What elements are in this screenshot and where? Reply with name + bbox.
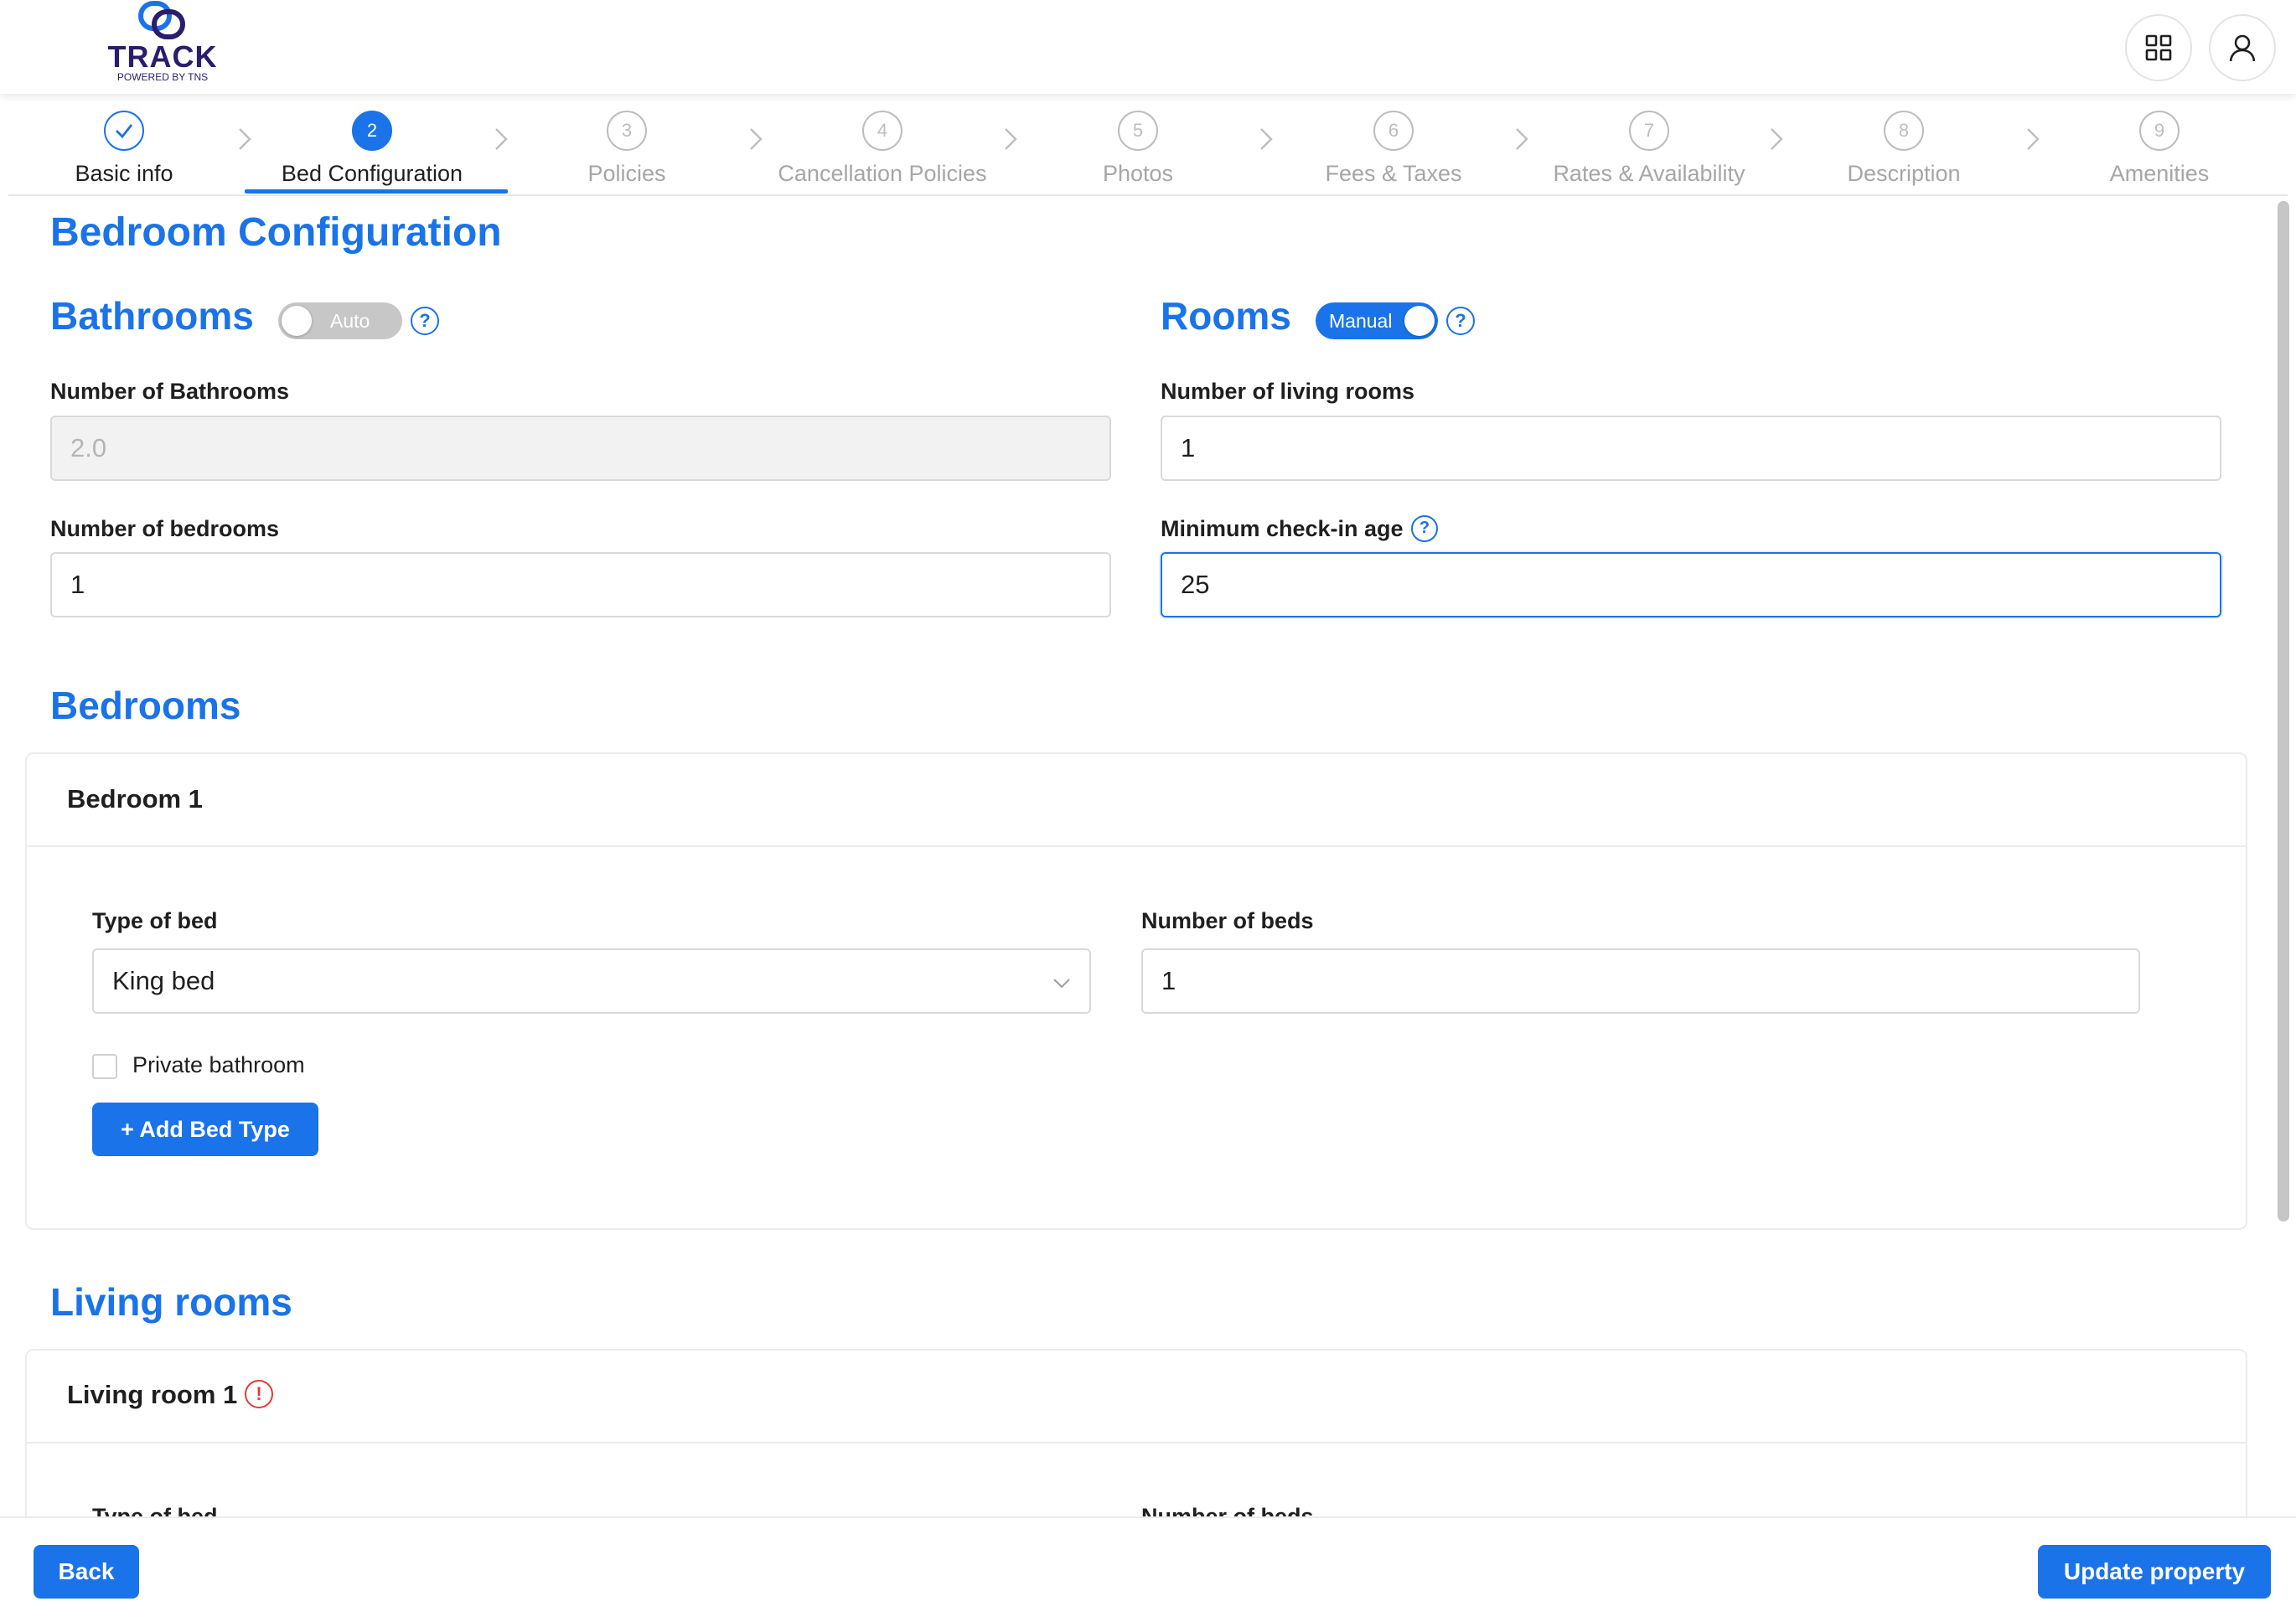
num-bedrooms-label: Number of bedrooms [50, 516, 280, 541]
step-label: Policies [587, 161, 666, 186]
scrollbar-thumb[interactable] [2278, 201, 2289, 1222]
min-checkin-age-label: Minimum check-in age [1161, 516, 1404, 541]
step-label: Description [1847, 161, 1961, 186]
step-number: 7 [1629, 111, 1669, 151]
step-number: 4 [862, 111, 902, 151]
num-bathrooms-input: 2.0 [50, 416, 1111, 481]
bed-type-select[interactable]: King bed [92, 948, 1091, 1014]
num-bathrooms-label: Number of Bathrooms [50, 379, 290, 404]
update-property-button[interactable]: Update property [2038, 1545, 2271, 1599]
footer-bar: Back Update property [0, 1516, 2296, 1622]
user-icon [2229, 34, 2256, 62]
num-bedrooms-input[interactable]: 1 [50, 552, 1111, 617]
warning-icon: ! [245, 1380, 273, 1408]
card-divider [27, 1442, 2246, 1444]
bed-type-label: Type of bed [92, 908, 218, 933]
step-rates-availability[interactable]: 7 Rates & Availability [1532, 111, 1766, 187]
private-bathroom-checkbox[interactable] [92, 1054, 117, 1079]
step-fees-taxes[interactable]: 6 Fees & Taxes [1276, 111, 1511, 187]
bathrooms-heading: Bathrooms [50, 294, 254, 338]
track-logo[interactable]: TRACK POWERED BY TNS [104, 0, 221, 94]
logo-subtext: POWERED BY TNS [116, 71, 209, 83]
living-rooms-heading: Living rooms [50, 1280, 292, 1324]
step-number: 5 [1118, 111, 1158, 151]
page-title: Bedroom Configuration [50, 210, 502, 255]
toggle-label: Manual [1329, 310, 1393, 332]
back-button[interactable]: Back [34, 1545, 139, 1599]
living-room-card-title: Living room 1 [67, 1380, 238, 1409]
num-beds-input[interactable]: 1 [1141, 948, 2140, 1014]
step-label: Basic info [75, 161, 173, 186]
bathrooms-auto-toggle[interactable]: Auto [278, 302, 402, 339]
bedroom-card-title: Bedroom 1 [67, 784, 203, 814]
logo-mark-icon [138, 1, 185, 39]
step-amenities[interactable]: 9 Amenities [2042, 111, 2277, 187]
chevron-down-icon [1053, 979, 1070, 989]
bed-type-value: King bed [112, 966, 215, 995]
rooms-manual-toggle[interactable]: Manual [1316, 302, 1438, 339]
private-bathroom-label: Private bathroom [132, 1052, 305, 1077]
user-menu-button[interactable] [2209, 14, 2276, 81]
rooms-heading: Rooms [1161, 294, 1291, 338]
step-number: 3 [607, 111, 647, 151]
num-living-rooms-label: Number of living rooms [1161, 379, 1415, 404]
toggle-knob [282, 306, 312, 336]
step-policies[interactable]: 3 Policies [509, 111, 744, 187]
step-label: Bed Configuration [281, 161, 463, 186]
num-living-rooms-input[interactable]: 1 [1161, 416, 2221, 481]
rooms-help-icon[interactable]: ? [1446, 307, 1475, 335]
step-number: 8 [1884, 111, 1924, 151]
step-label: Cancellation Policies [778, 161, 987, 186]
step-number: 6 [1373, 111, 1414, 151]
apps-button[interactable] [2125, 14, 2192, 81]
step-cancellation-policies[interactable]: 4 Cancellation Policies [765, 111, 1000, 187]
step-label: Rates & Availability [1553, 161, 1745, 186]
logo-text: TRACK [107, 39, 218, 74]
toggle-label: Auto [330, 310, 370, 332]
min-checkin-age-help-icon[interactable]: ? [1411, 515, 1438, 542]
step-basic-info[interactable]: Basic info [7, 111, 241, 187]
toggle-knob [1404, 306, 1435, 336]
min-checkin-age-input[interactable]: 25 [1161, 552, 2221, 617]
step-photos[interactable]: 5 Photos [1021, 111, 1255, 187]
top-header: TRACK POWERED BY TNS [0, 0, 2296, 94]
step-number: 2 [352, 111, 392, 151]
step-number: 9 [2139, 111, 2180, 151]
wizard-steps: Basic info 2 Bed Configuration 3 Policie… [8, 94, 2288, 196]
step-bed-configuration[interactable]: 2 Bed Configuration [255, 111, 489, 187]
bathrooms-help-icon[interactable]: ? [411, 307, 439, 335]
check-icon [104, 111, 144, 151]
step-label: Fees & Taxes [1325, 161, 1462, 186]
bedrooms-heading: Bedrooms [50, 684, 241, 727]
add-bed-type-button[interactable]: + Add Bed Type [92, 1103, 318, 1156]
card-divider [27, 845, 2246, 847]
grid-icon [2145, 34, 2172, 61]
active-step-indicator [245, 189, 508, 194]
step-label: Photos [1102, 161, 1174, 186]
num-beds-label: Number of beds [1141, 908, 1314, 933]
step-label: Amenities [2109, 161, 2210, 186]
step-description[interactable]: 8 Description [1787, 111, 2021, 187]
